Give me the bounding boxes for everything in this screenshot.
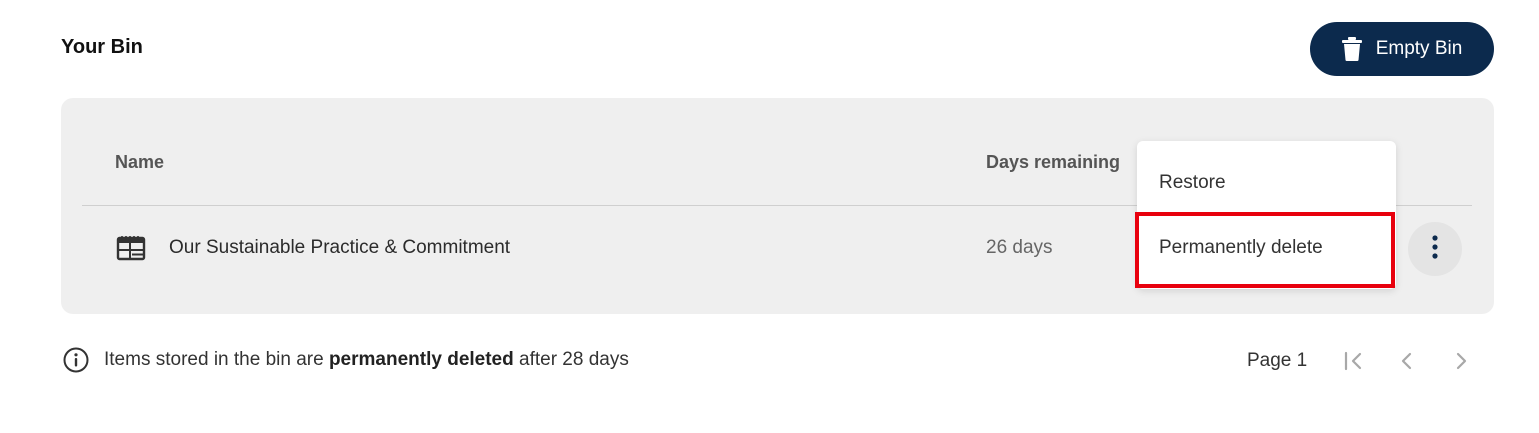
previous-page-button[interactable] (1394, 350, 1420, 376)
page-indicator: Page 1 (1247, 350, 1308, 371)
first-page-button[interactable] (1341, 350, 1367, 376)
chevron-right-icon (1454, 351, 1468, 376)
first-page-icon (1343, 351, 1365, 376)
info-suffix: after 28 days (513, 349, 629, 370)
context-menu: Restore Permanently delete (1137, 141, 1396, 289)
trash-icon (1341, 37, 1362, 61)
page-title: Your Bin (61, 36, 143, 58)
row-days-remaining: 26 days (986, 237, 1053, 258)
menu-item-restore[interactable]: Restore (1137, 153, 1396, 213)
chevron-left-icon (1400, 351, 1414, 376)
menu-item-permanently-delete[interactable]: Permanently delete (1137, 218, 1396, 278)
empty-bin-label: Empty Bin (1375, 38, 1463, 59)
info-prefix: Items stored in the bin are (104, 349, 329, 370)
row-more-options-button[interactable] (1408, 222, 1462, 276)
row-name: Our Sustainable Practice & Commitment (169, 237, 511, 258)
bin-info-text: Items stored in the bin are permanently … (104, 349, 629, 371)
info-bold: permanently deleted (328, 349, 514, 370)
info-icon (63, 347, 89, 373)
next-page-button[interactable] (1448, 350, 1474, 376)
document-layout-icon (116, 235, 146, 261)
column-header-days-remaining: Days remaining (986, 152, 1121, 172)
more-vertical-icon (1432, 234, 1438, 264)
column-header-name: Name (115, 152, 165, 172)
empty-bin-button[interactable]: Empty Bin (1310, 22, 1494, 76)
bin-page: Your Bin Empty Bin Name Days remaining O… (0, 0, 1539, 433)
